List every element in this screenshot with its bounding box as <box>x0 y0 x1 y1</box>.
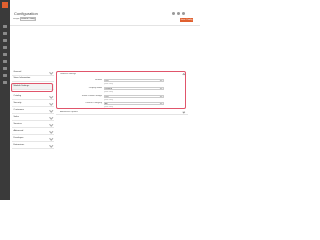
user-icon[interactable] <box>182 12 185 15</box>
field-label-default-category: Default Category <box>85 102 102 104</box>
field-label-show-image: Show Product Image <box>81 95 102 97</box>
catalog-icon[interactable] <box>3 39 7 42</box>
tree-item-label: Customers <box>13 109 25 112</box>
system-icon[interactable] <box>3 81 7 84</box>
tree-item-label: General <box>13 71 22 74</box>
field-label-enable: Enable <box>95 79 102 81</box>
highlight-frame-tree <box>11 83 53 92</box>
field-note: [store view] <box>104 91 114 93</box>
tree-item-customers[interactable]: Customers <box>12 108 54 114</box>
field-value: Yes <box>105 80 109 82</box>
display-mode-select[interactable]: Default <box>104 87 164 90</box>
save-config-button[interactable]: Save Config <box>180 18 193 22</box>
chevron-down-icon <box>49 136 54 141</box>
tree-item-advanced[interactable]: Advanced <box>12 129 54 135</box>
field-label-display-mode: Display Mode <box>88 87 102 89</box>
tree-item-label: Sales <box>13 116 19 119</box>
notification-icon[interactable] <box>177 12 180 15</box>
chevron-down-icon <box>159 103 163 104</box>
sales-icon[interactable] <box>3 32 7 35</box>
tree-item-security[interactable]: Security <box>12 101 54 107</box>
tree-item-extensions[interactable]: Extensions <box>12 143 54 149</box>
chevron-down-icon <box>159 88 163 89</box>
stores-icon[interactable] <box>3 74 7 77</box>
chevron-down-icon <box>49 94 54 99</box>
tree-item-label: Security <box>13 102 22 105</box>
field-value: Default <box>105 88 112 90</box>
chevron-down-icon <box>49 129 54 134</box>
chevron-down-icon <box>49 122 54 127</box>
field-note: [store view] <box>104 105 114 108</box>
field-note: [store view] <box>104 83 114 85</box>
field-value: Yes <box>105 96 109 98</box>
tree-item-label: Catalog <box>13 95 22 98</box>
tree-item-catalog[interactable]: Catalog <box>12 94 54 100</box>
chevron-down-icon <box>159 96 163 97</box>
scope-select[interactable]: Default Config <box>20 17 36 21</box>
chevron-down-icon <box>49 143 54 148</box>
tree-item-label: Store Information <box>13 77 31 80</box>
tree-item-label: Extensions <box>13 144 25 147</box>
page-title: Configuration <box>14 11 38 16</box>
chevron-down-icon <box>49 108 54 113</box>
tree-item-store-information[interactable]: Store Information <box>12 76 54 82</box>
customers-icon[interactable] <box>3 46 7 49</box>
panel-heading: General Settings <box>60 73 77 75</box>
chevron-down-icon <box>49 101 54 106</box>
logo-icon[interactable] <box>2 2 8 8</box>
show-image-select[interactable]: Yes <box>104 95 164 98</box>
tree-item-sales[interactable]: Sales <box>12 115 54 121</box>
tree-item-label: Services <box>13 123 22 126</box>
marketing-icon[interactable] <box>3 53 7 56</box>
tree-item-label: Developer <box>13 137 24 140</box>
enable-select[interactable]: Yes <box>104 79 164 82</box>
default-category-select[interactable]: All <box>104 102 164 105</box>
chevron-down-icon <box>49 70 54 75</box>
admin-sidebar <box>0 0 10 200</box>
scope-label: Scope: <box>13 18 20 20</box>
tree-item-developer[interactable]: Developer <box>12 136 54 142</box>
search-icon[interactable] <box>172 12 175 15</box>
content-icon[interactable] <box>3 60 7 63</box>
tree-item-services[interactable]: Services <box>12 122 54 128</box>
chevron-down-icon <box>159 80 163 81</box>
chevron-down-icon <box>49 115 54 120</box>
reports-icon[interactable] <box>3 67 7 70</box>
dashboard-icon[interactable] <box>3 25 7 28</box>
tree-item-label: Advanced <box>13 130 24 133</box>
